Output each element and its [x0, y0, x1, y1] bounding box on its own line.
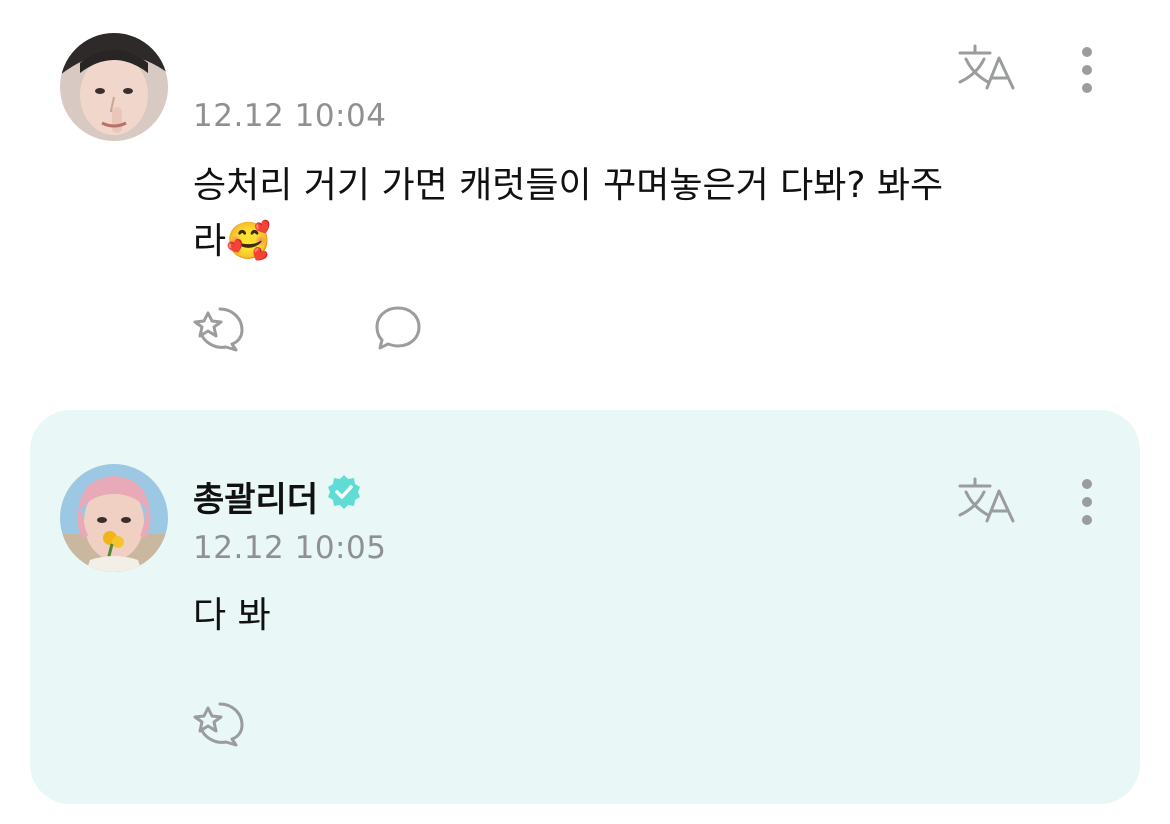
verified-badge-icon [326, 474, 362, 519]
translate-icon[interactable] [957, 44, 1017, 96]
comment-timestamp: 12.12 10:04 [193, 98, 387, 134]
sticker-like-icon[interactable] [192, 700, 248, 752]
sticker-like-icon[interactable] [192, 305, 248, 357]
more-vertical-icon[interactable] [1077, 478, 1097, 532]
comment-text-line: 라🥰 [193, 221, 271, 262]
comment-text: 승처리 거기 가면 캐럿들이 꾸며놓은거 다봐? 봐주 라🥰 [193, 158, 943, 270]
avatar[interactable] [60, 464, 168, 572]
translate-icon[interactable] [957, 477, 1017, 529]
reply-text: 다 봐 [193, 595, 271, 636]
reply-card: 총괄리더 12.12 10:05 다 봐 [30, 410, 1140, 804]
avatar[interactable] [60, 33, 168, 141]
author-name[interactable]: 총괄리더 [193, 472, 362, 521]
comment-text-line: 승처리 거기 가면 캐럿들이 꾸며놓은거 다봐? 봐주 [193, 165, 944, 206]
author-name-label: 총괄리더 [193, 480, 319, 520]
reply-timestamp: 12.12 10:05 [193, 530, 387, 566]
speech-bubble-icon[interactable] [374, 305, 422, 355]
comment-item: 12.12 10:04 승처리 거기 가면 캐럿들이 꾸며놓은거 다봐? 봐주 … [0, 0, 1170, 390]
more-vertical-icon[interactable] [1077, 46, 1097, 100]
